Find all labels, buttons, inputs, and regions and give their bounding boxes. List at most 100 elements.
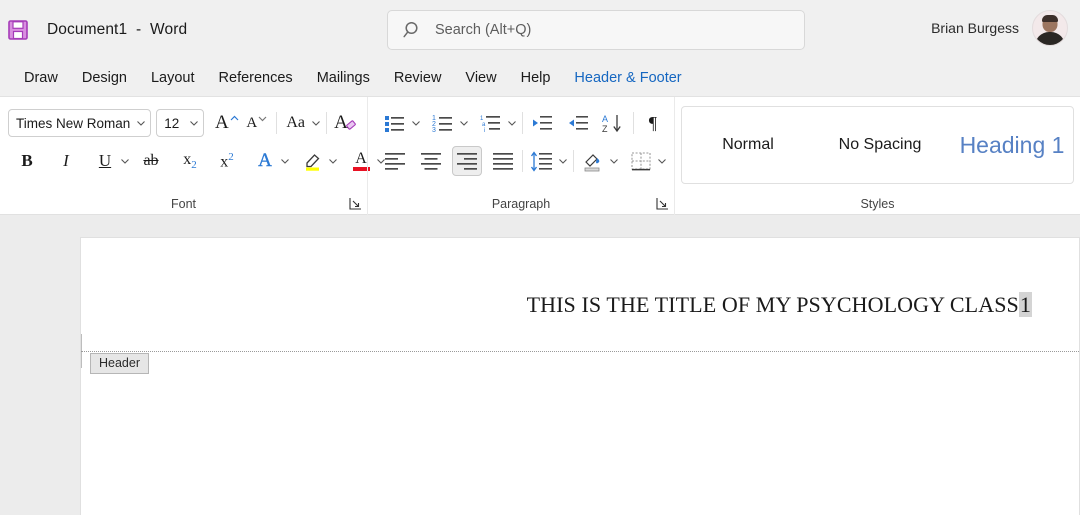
tab-header-and-footer[interactable]: Header & Footer <box>562 66 693 90</box>
line-spacing-chevron-down-icon[interactable] <box>557 156 569 166</box>
svg-text:3: 3 <box>432 127 436 133</box>
shading-button[interactable] <box>578 146 608 176</box>
align-left-button[interactable] <box>380 146 410 176</box>
tab-draw[interactable]: Draw <box>12 66 70 90</box>
grow-font-label: A <box>215 112 229 134</box>
search-input[interactable] <box>435 22 765 38</box>
page-number-field[interactable]: 1 <box>1019 292 1032 317</box>
increase-indent-icon <box>567 113 589 133</box>
font-group-label: Font <box>0 197 367 211</box>
caret-up-icon <box>230 111 239 128</box>
text-effects-chevron-down-icon[interactable] <box>280 156 290 166</box>
font-size-combo[interactable]: 12 <box>156 109 204 137</box>
account-name: Brian Burgess <box>931 20 1019 36</box>
shading-icon <box>582 151 605 172</box>
account-area[interactable]: Brian Burgess <box>931 10 1068 46</box>
chevron-down-icon <box>183 116 199 131</box>
tab-help[interactable]: Help <box>509 66 563 90</box>
font-family-combo[interactable]: Times New Roman <box>8 109 151 137</box>
multilevel-chevron-down-icon[interactable] <box>506 118 518 128</box>
tab-mailings[interactable]: Mailings <box>305 66 382 90</box>
bullets-chevron-down-icon[interactable] <box>410 118 422 128</box>
subscript-label: x2 <box>183 151 197 171</box>
highlight-chevron-down-icon[interactable] <box>328 156 338 166</box>
style-normal-label: Normal <box>722 136 774 154</box>
strikethrough-label: ab <box>143 152 158 170</box>
numbering-button[interactable]: 1 2 3 <box>428 108 458 138</box>
underline-chevron-down-icon[interactable] <box>120 156 130 166</box>
tab-layout[interactable]: Layout <box>139 66 207 90</box>
borders-button[interactable] <box>626 146 656 176</box>
clear-formatting-label: A <box>334 112 348 134</box>
shrink-font-button[interactable]: A <box>242 108 272 138</box>
text-highlight-color-button[interactable] <box>298 146 328 176</box>
pilcrow-icon: ¶ <box>649 113 657 134</box>
avatar[interactable] <box>1032 10 1068 46</box>
search-box[interactable] <box>387 10 805 50</box>
caret-down-icon <box>258 111 267 128</box>
document-title: Document1 - Word <box>47 21 187 39</box>
paragraph-dialog-launcher[interactable] <box>656 197 669 210</box>
superscript-button[interactable]: x2 <box>212 146 242 176</box>
clear-formatting-button[interactable]: A <box>331 108 361 138</box>
document-page[interactable]: THIS IS THE TITLE OF MY PSYCHOLOGY CLASS… <box>81 238 1079 515</box>
decrease-indent-button[interactable] <box>527 108 557 138</box>
italic-button[interactable]: I <box>51 146 81 176</box>
header-editing-area[interactable]: THIS IS THE TITLE OF MY PSYCHOLOGY CLASS… <box>81 238 1079 351</box>
show-formatting-marks-button[interactable]: ¶ <box>638 108 668 138</box>
text-effects-label: A <box>258 150 272 172</box>
tab-view[interactable]: View <box>453 66 508 90</box>
align-center-button[interactable] <box>416 146 446 176</box>
change-case-button[interactable]: Aa <box>281 108 311 138</box>
style-no-spacing[interactable]: No Spacing <box>814 107 946 183</box>
title-bar: Document1 - Word Brian Burgess <box>0 0 1080 60</box>
highlighter-icon <box>302 150 324 172</box>
font-dialog-launcher[interactable] <box>349 197 362 210</box>
multilevel-list-button[interactable]: 1 a i <box>476 108 506 138</box>
numbered-list-icon: 1 2 3 <box>432 113 454 133</box>
tab-references[interactable]: References <box>207 66 305 90</box>
underline-label: U <box>99 151 111 171</box>
text-effects-button[interactable]: A <box>250 146 280 176</box>
search-icon <box>402 19 424 41</box>
align-center-icon <box>420 151 442 171</box>
subscript-button[interactable]: x2 <box>175 146 205 176</box>
font-family-value: Times New Roman <box>16 116 130 131</box>
sort-button[interactable]: A Z <box>599 108 629 138</box>
grow-font-button[interactable]: A <box>212 108 242 138</box>
increase-indent-button[interactable] <box>563 108 593 138</box>
document-canvas[interactable]: THIS IS THE TITLE OF MY PSYCHOLOGY CLASS… <box>0 215 1080 515</box>
underline-button[interactable]: U <box>90 146 120 176</box>
header-title-text: THIS IS THE TITLE OF MY PSYCHOLOGY CLASS <box>527 292 1019 317</box>
font-size-value: 12 <box>164 116 179 131</box>
borders-chevron-down-icon[interactable] <box>656 156 668 166</box>
line-spacing-button[interactable] <box>527 146 557 176</box>
align-left-icon <box>384 151 406 171</box>
style-no-spacing-label: No Spacing <box>839 136 922 154</box>
justify-button[interactable] <box>488 146 518 176</box>
style-heading-1[interactable]: Heading 1 <box>946 107 1074 183</box>
superscript-label: x2 <box>220 151 234 171</box>
multilevel-list-icon: 1 a i <box>480 113 502 133</box>
save-floppy-icon[interactable] <box>5 17 31 43</box>
style-normal[interactable]: Normal <box>682 107 814 183</box>
borders-icon <box>630 151 652 171</box>
numbering-chevron-down-icon[interactable] <box>458 118 470 128</box>
align-right-button[interactable] <box>452 146 482 176</box>
paragraph-group: 1 2 3 1 a <box>367 97 674 215</box>
ribbon-tab-bar: Draw Design Layout References Mailings R… <box>0 60 1080 97</box>
sort-az-icon: A Z <box>602 113 626 134</box>
header-text[interactable]: THIS IS THE TITLE OF MY PSYCHOLOGY CLASS… <box>527 292 1032 318</box>
ribbon: Times New Roman 12 A <box>0 97 1080 215</box>
change-case-chevron-down-icon[interactable] <box>311 118 323 128</box>
shading-chevron-down-icon[interactable] <box>608 156 620 166</box>
tab-review[interactable]: Review <box>382 66 454 90</box>
shrink-font-label: A <box>246 115 257 132</box>
paragraph-group-label: Paragraph <box>368 197 674 211</box>
svg-text:i: i <box>484 128 485 133</box>
bold-button[interactable]: B <box>12 146 42 176</box>
svg-text:Z: Z <box>602 124 608 134</box>
strikethrough-button[interactable]: ab <box>136 146 166 176</box>
bullets-button[interactable] <box>380 108 410 138</box>
tab-design[interactable]: Design <box>70 66 139 90</box>
